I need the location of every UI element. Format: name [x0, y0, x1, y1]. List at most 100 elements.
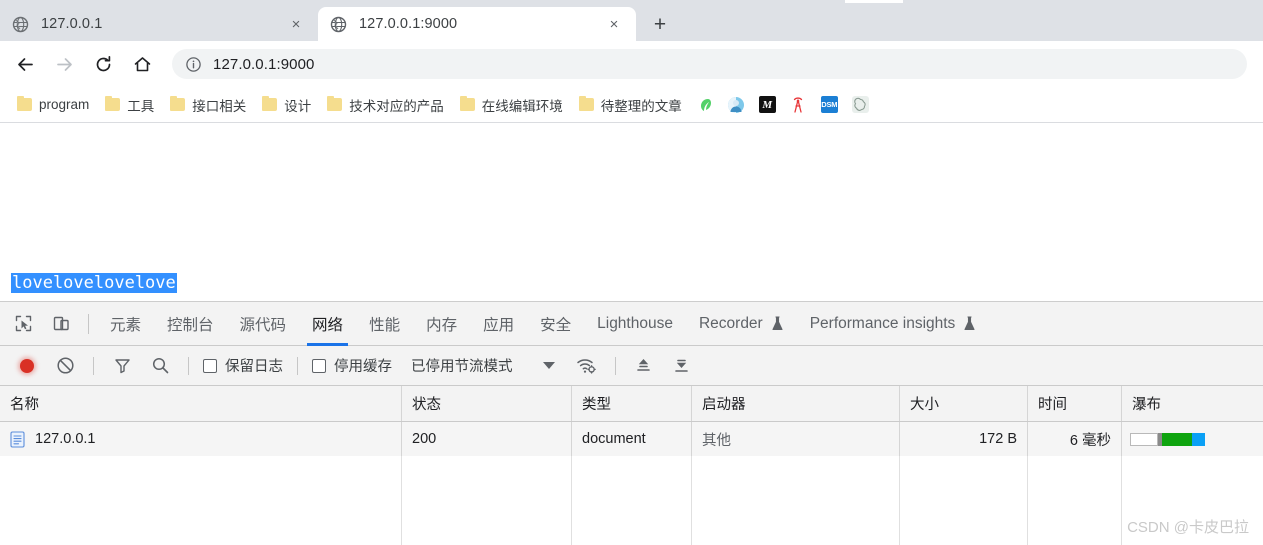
- inspect-element-icon[interactable]: [6, 307, 40, 341]
- avatar-icon: [728, 96, 745, 113]
- table-row[interactable]: 127.0.0.1 200 document 其他 172 B 6 毫秒: [0, 422, 1263, 456]
- column-header-type[interactable]: 类型: [572, 386, 692, 421]
- bookmark-program[interactable]: program: [10, 95, 96, 114]
- bookmark-label: 技术对应的产品: [349, 98, 444, 114]
- home-button[interactable]: [125, 47, 159, 81]
- network-request-table: 名称 状态 类型 启动器 大小 时间 瀑布 127.0.0.1 200 docu…: [0, 386, 1263, 545]
- bookmark-articles[interactable]: 待整理的文章: [572, 93, 689, 117]
- throttling-dropdown[interactable]: 已停用节流模式: [411, 355, 513, 376]
- bookmark-label: 设计: [284, 98, 312, 114]
- browser-tab-2[interactable]: 127.0.0.1:9000 ×: [318, 7, 636, 41]
- bookmark-label: program: [39, 97, 90, 112]
- reload-button[interactable]: [86, 47, 120, 81]
- bookmark-tech-products[interactable]: 技术对应的产品: [320, 93, 451, 117]
- table-body: 127.0.0.1 200 document 其他 172 B 6 毫秒 CSD…: [0, 422, 1263, 545]
- devtools-tab-application[interactable]: 应用: [470, 302, 527, 346]
- bookmark-label: 工具: [127, 98, 155, 114]
- checkbox-box[interactable]: [312, 358, 326, 373]
- devtools-tab-label: 应用: [483, 316, 515, 334]
- devtools-tab-lighthouse[interactable]: Lighthouse: [584, 302, 686, 346]
- bookmark-api[interactable]: 接口相关: [163, 93, 253, 117]
- folder-icon: [262, 96, 278, 111]
- bookmark-dsm[interactable]: DSM: [815, 94, 844, 115]
- address-bar-url: 127.0.0.1:9000: [213, 55, 315, 73]
- devtools-tab-sources[interactable]: 源代码: [227, 302, 300, 346]
- bookmark-online-editor[interactable]: 在线编辑环境: [453, 93, 570, 117]
- column-header-status[interactable]: 状态: [402, 386, 572, 421]
- column-header-time[interactable]: 时间: [1028, 386, 1122, 421]
- column-header-name[interactable]: 名称: [0, 386, 402, 421]
- folder-icon: [105, 96, 121, 111]
- bookmark-medium[interactable]: M: [753, 94, 782, 115]
- devtools-tab-performance[interactable]: 性能: [356, 302, 413, 346]
- dsm-icon: DSM: [820, 96, 838, 113]
- devtools-tab-recorder[interactable]: Recorder: [686, 302, 797, 346]
- devtools-tab-divider: [88, 313, 89, 334]
- medium-m-glyph: M: [762, 98, 773, 111]
- cell-type: document: [572, 422, 692, 456]
- browser-tab-1[interactable]: 127.0.0.1 ×: [0, 7, 318, 41]
- caret-glyph: [542, 362, 555, 369]
- browser-toolbar: 127.0.0.1:9000: [0, 41, 1263, 87]
- devtools-tab-performance-insights[interactable]: Performance insights: [797, 302, 990, 346]
- table-header-row: 名称 状态 类型 启动器 大小 时间 瀑布: [0, 386, 1263, 422]
- devtools-tab-label: Recorder: [698, 314, 763, 332]
- new-tab-button[interactable]: +: [646, 10, 674, 38]
- devtools-tab-elements[interactable]: 元素: [97, 302, 154, 346]
- devtools-tab-network[interactable]: 网络: [299, 302, 356, 346]
- bookmark-green-leaf[interactable]: [691, 94, 720, 115]
- browser-tab-2-title: 127.0.0.1:9000: [359, 16, 458, 32]
- cell-status: 200: [402, 422, 572, 456]
- chevron-down-icon[interactable]: [532, 349, 566, 383]
- back-button[interactable]: [8, 47, 42, 81]
- bookmark-avatar[interactable]: [722, 94, 751, 115]
- waterfall-bar: [1130, 432, 1205, 446]
- devtools-tab-console[interactable]: 控制台: [154, 302, 227, 346]
- record-dot-icon: [20, 358, 34, 373]
- info-circle-icon[interactable]: [184, 55, 202, 73]
- bookmark-design[interactable]: 设计: [255, 93, 318, 117]
- devtools-tab-memory[interactable]: 内存: [413, 302, 470, 346]
- search-icon[interactable]: [143, 349, 177, 383]
- toolbar-divider: [93, 356, 94, 375]
- wifi-settings-icon[interactable]: [570, 349, 604, 383]
- bookmark-label: 接口相关: [192, 98, 247, 114]
- preserve-log-checkbox[interactable]: 保留日志: [203, 355, 283, 376]
- toolbar-divider: [188, 356, 189, 375]
- dsm-glyph: DSM: [821, 100, 838, 109]
- download-arrow-icon[interactable]: [665, 349, 699, 383]
- browser-tab-1-title: 127.0.0.1: [41, 16, 103, 32]
- folder-icon: [327, 96, 343, 111]
- tab-strip: 127.0.0.1 × 127.0.0.1:9000 × +: [0, 0, 1263, 41]
- record-button[interactable]: [10, 349, 44, 383]
- chatgpt-icon: [851, 96, 869, 113]
- devtools-tab-label: Lighthouse: [597, 314, 673, 332]
- bookmark-chatgpt[interactable]: [846, 94, 875, 115]
- red-tower-icon: [790, 96, 807, 113]
- column-header-size[interactable]: 大小: [900, 386, 1028, 421]
- device-toolbar-icon[interactable]: [44, 307, 78, 341]
- tab-close-button-2[interactable]: ×: [604, 14, 624, 34]
- forward-button: [47, 47, 81, 81]
- cell-waterfall: [1122, 422, 1263, 456]
- disable-cache-checkbox[interactable]: 停用缓存: [312, 355, 392, 376]
- page-selected-text: lovelovelovelove: [11, 273, 177, 293]
- folder-icon: [578, 96, 594, 111]
- cell-name[interactable]: 127.0.0.1: [0, 422, 402, 456]
- bookmark-red-tower[interactable]: [784, 94, 813, 115]
- clear-button[interactable]: [48, 349, 82, 383]
- column-header-waterfall[interactable]: 瀑布: [1122, 386, 1263, 421]
- address-bar[interactable]: 127.0.0.1:9000: [172, 49, 1247, 79]
- devtools-tab-security[interactable]: 安全: [527, 302, 584, 346]
- bookmark-tools[interactable]: 工具: [98, 93, 161, 117]
- green-leaf-icon: [697, 96, 714, 113]
- devtools-tab-label: 元素: [110, 316, 142, 334]
- medium-m-icon: M: [758, 96, 776, 113]
- checkbox-box[interactable]: [203, 358, 217, 373]
- toolbar-divider: [614, 356, 616, 375]
- upload-arrow-icon[interactable]: [627, 349, 661, 383]
- page-viewport[interactable]: lovelovelovelove: [0, 123, 1263, 301]
- tab-close-button-1[interactable]: ×: [286, 14, 306, 34]
- filter-icon[interactable]: [105, 349, 139, 383]
- column-header-initiator[interactable]: 启动器: [692, 386, 900, 421]
